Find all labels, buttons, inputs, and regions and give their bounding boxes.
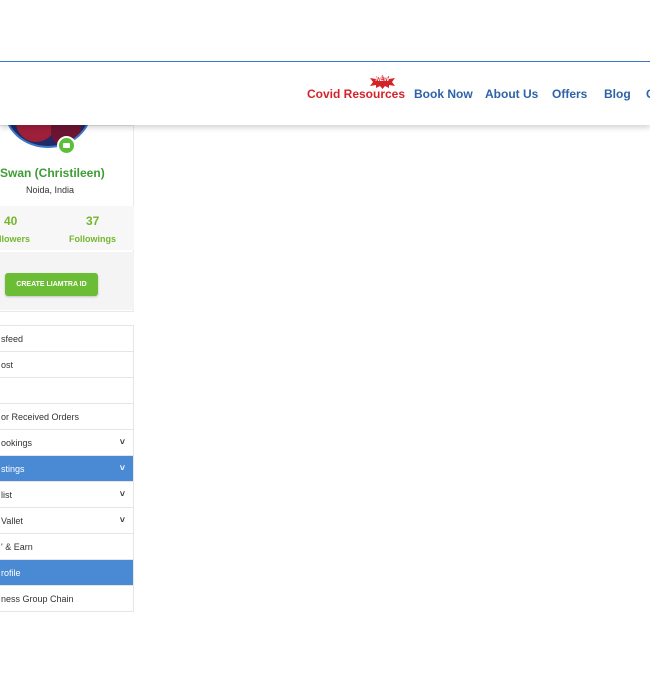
top-navbar: NEW Covid Resources Book Now About Us Of… xyxy=(0,62,650,125)
followings-count[interactable]: 37 xyxy=(86,214,99,228)
menu-item-profile[interactable]: rofile xyxy=(0,560,133,586)
menu-item-label: rofile xyxy=(1,568,21,578)
menu-item-wallet[interactable]: Vallet ˅ xyxy=(0,508,133,534)
followings-label[interactable]: Followings xyxy=(69,234,116,244)
nav-covid-resources[interactable]: Covid Resources xyxy=(307,87,405,101)
chevron-down-icon: ˅ xyxy=(119,515,125,525)
nav-offers[interactable]: Offers xyxy=(552,87,587,101)
menu-item-post[interactable]: ost xyxy=(0,352,133,378)
menu-item-bookings[interactable]: ookings ˅ xyxy=(0,430,133,456)
profile-name: Swan (Christileen) xyxy=(0,166,105,180)
menu-item-list[interactable]: list ˅ xyxy=(0,482,133,508)
chevron-down-icon: ˅ xyxy=(119,489,125,499)
nav-book-now[interactable]: Book Now xyxy=(414,87,473,101)
menu-item-label: Vallet xyxy=(1,516,23,526)
menu-item-received-orders[interactable]: or Received Orders xyxy=(0,404,133,430)
menu-item-label: ookings xyxy=(1,438,33,448)
menu-item-label: ness Group Chain xyxy=(1,594,74,604)
followers-label[interactable]: llowers xyxy=(0,234,30,244)
menu-item-label: ost xyxy=(1,360,14,370)
profile-location: Noida, India xyxy=(26,185,75,195)
menu-item-newsfeed[interactable]: sfeed xyxy=(0,326,133,352)
nav-contact-truncated[interactable]: C xyxy=(646,87,650,101)
chevron-down-icon: ˅ xyxy=(119,463,125,473)
menu-item-label: list xyxy=(1,490,12,500)
menu-item-refer-earn[interactable]: ' & Earn xyxy=(0,534,133,560)
menu-item-blank[interactable] xyxy=(0,378,133,404)
menu-item-business-group-chain[interactable]: ness Group Chain xyxy=(0,586,133,612)
sidebar-menu: sfeed ost or Received Orders ookings ˅ st… xyxy=(0,325,134,612)
nav-about-us[interactable]: About Us xyxy=(485,87,538,101)
nav-blog[interactable]: Blog xyxy=(604,87,631,101)
menu-item-label: ' & Earn xyxy=(1,542,33,552)
new-badge-label: NEW xyxy=(375,77,390,83)
create-liamtra-id-button[interactable]: CREATE LIAMTRA ID xyxy=(5,273,98,296)
menu-item-listings[interactable]: stings ˅ xyxy=(0,456,133,482)
chevron-down-icon: ˅ xyxy=(119,437,125,447)
camera-icon[interactable] xyxy=(57,136,76,155)
followers-count[interactable]: 40 xyxy=(4,214,17,228)
menu-item-label: or Received Orders xyxy=(1,412,80,422)
menu-item-label: stings xyxy=(1,464,25,474)
menu-item-label: sfeed xyxy=(1,334,24,344)
